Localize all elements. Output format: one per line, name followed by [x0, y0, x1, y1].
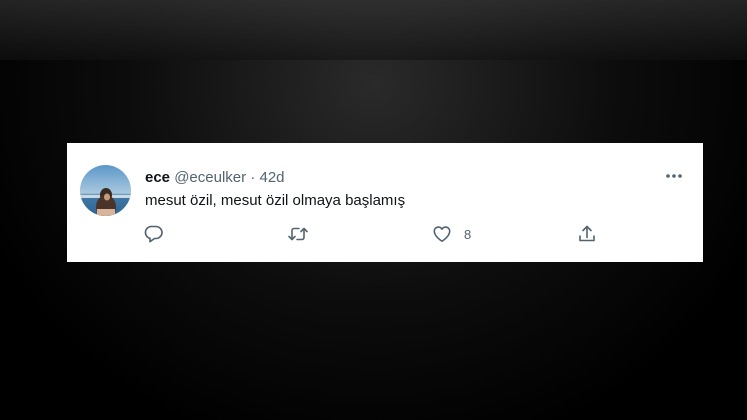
user-handle[interactable]: @eceulker — [174, 169, 246, 186]
tweet-timestamp[interactable]: 42d — [259, 169, 284, 186]
display-name[interactable]: ece — [145, 169, 170, 186]
more-options-button[interactable] — [663, 165, 685, 187]
retweet-button[interactable] — [287, 223, 309, 245]
heart-icon — [433, 226, 451, 242]
tweet-header: ece @eceulker · 42d — [145, 169, 285, 187]
tweet-card[interactable]: ece @eceulker · 42d mesut özil, mesut öz… — [67, 143, 703, 262]
share-button[interactable] — [577, 223, 597, 245]
tweet-text: mesut özil, mesut özil olmaya başlamış — [145, 192, 406, 209]
share-icon — [579, 225, 595, 242]
header-separator: · — [250, 169, 256, 186]
like-count: 8 — [464, 226, 472, 242]
backdrop-gradient — [0, 0, 747, 60]
retweet-icon — [288, 227, 308, 241]
reply-icon — [144, 225, 163, 243]
more-horizontal-icon — [666, 174, 682, 178]
reply-button[interactable] — [144, 223, 164, 245]
avatar[interactable] — [80, 165, 131, 216]
like-button[interactable]: 8 — [432, 223, 471, 245]
